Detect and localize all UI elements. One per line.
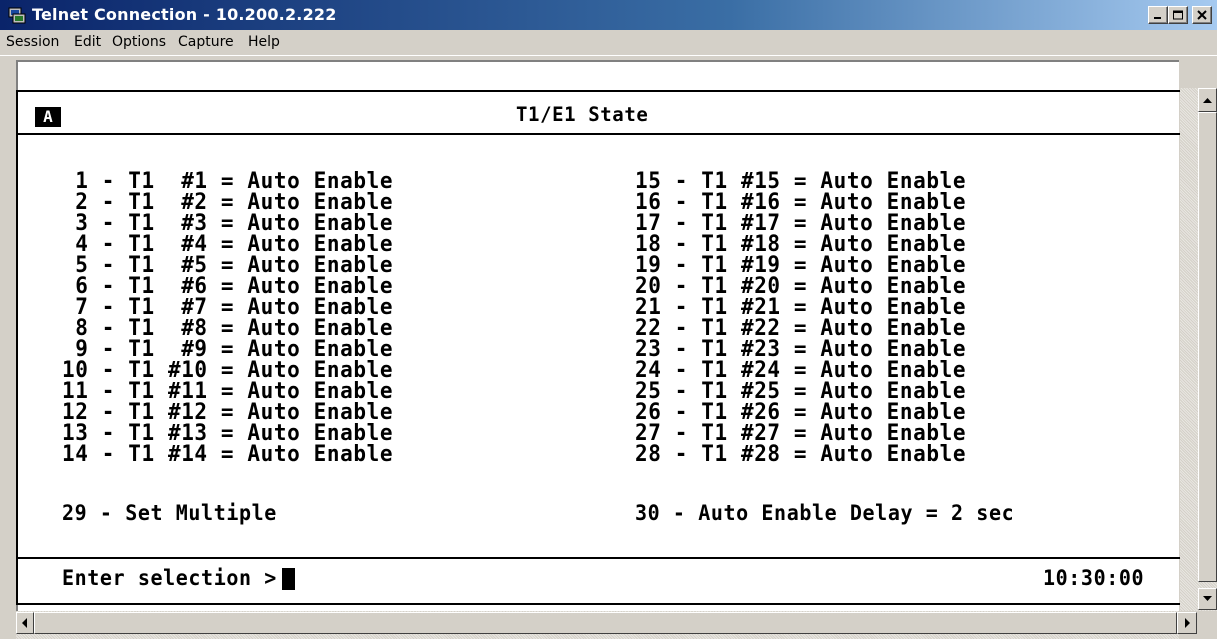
channel-line[interactable]: 10 - T1 #10 = Auto Enable <box>62 358 393 380</box>
channel-line[interactable]: 21 - T1 #21 = Auto Enable <box>635 295 966 317</box>
channel-line[interactable]: 15 - T1 #15 = Auto Enable <box>635 169 966 191</box>
telnet-app-icon[interactable] <box>8 6 26 24</box>
screen-title: T1/E1 State <box>516 102 649 127</box>
horizontal-scroll-thumb[interactable] <box>34 612 1177 634</box>
channel-line[interactable]: 4 - T1 #4 = Auto Enable <box>62 232 393 254</box>
channel-line[interactable]: 24 - T1 #24 = Auto Enable <box>635 358 966 380</box>
channel-line[interactable]: 2 - T1 #2 = Auto Enable <box>62 190 393 212</box>
channel-line[interactable]: 19 - T1 #19 = Auto Enable <box>635 253 966 275</box>
channel-line[interactable]: 27 - T1 #27 = Auto Enable <box>635 421 966 443</box>
close-icon <box>1197 10 1207 20</box>
selection-prompt: Enter selection > <box>62 564 277 591</box>
arrow-left-icon <box>22 618 27 628</box>
menu-options[interactable]: Options <box>112 34 166 50</box>
channel-line[interactable]: 22 - T1 #22 = Auto Enable <box>635 316 966 338</box>
scroll-right-button[interactable] <box>1177 612 1197 634</box>
channel-line[interactable]: 18 - T1 #18 = Auto Enable <box>635 232 966 254</box>
right-channel-list: 15 - T1 #15 = Auto Enable 16 - T1 #16 = A… <box>635 169 966 464</box>
channel-line[interactable]: 17 - T1 #17 = Auto Enable <box>635 211 966 233</box>
left-channel-list: 1 - T1 #1 = Auto Enable 2 - T1 #2 = Auto… <box>62 169 393 464</box>
session-badge: A <box>35 107 61 127</box>
option-set-multiple[interactable]: 29 - Set Multiple <box>62 502 277 523</box>
terminal-clock: 10:30:00 <box>1043 564 1145 591</box>
maximize-icon <box>1173 10 1183 20</box>
channel-line[interactable]: 9 - T1 #9 = Auto Enable <box>62 337 393 359</box>
arrow-down-icon <box>1203 596 1212 601</box>
channel-line[interactable]: 6 - T1 #6 = Auto Enable <box>62 274 393 296</box>
option-auto-enable-delay[interactable]: 30 - Auto Enable Delay = 2 sec <box>635 502 1014 523</box>
maximize-button[interactable] <box>1168 6 1188 24</box>
channel-line[interactable]: 23 - T1 #23 = Auto Enable <box>635 337 966 359</box>
minimize-button[interactable] <box>1148 6 1168 24</box>
header-divider <box>16 133 1196 135</box>
title-bar[interactable]: Telnet Connection - 10.200.2.222 <box>0 0 1217 30</box>
footer-divider <box>16 557 1196 559</box>
arrow-up-icon <box>1203 98 1212 103</box>
channel-line[interactable]: 3 - T1 #3 = Auto Enable <box>62 211 393 233</box>
channel-line[interactable]: 20 - T1 #20 = Auto Enable <box>635 274 966 296</box>
menu-capture[interactable]: Capture <box>178 34 234 50</box>
channel-line[interactable]: 26 - T1 #26 = Auto Enable <box>635 400 966 422</box>
text-cursor[interactable] <box>282 568 295 590</box>
menu-help[interactable]: Help <box>248 34 280 50</box>
scroll-down-button[interactable] <box>1198 588 1217 610</box>
close-button[interactable] <box>1192 6 1212 24</box>
channel-line[interactable]: 28 - T1 #28 = Auto Enable <box>635 442 966 464</box>
scroll-up-button[interactable] <box>1198 88 1217 112</box>
channel-line[interactable]: 14 - T1 #14 = Auto Enable <box>62 442 393 464</box>
channel-line[interactable]: 1 - T1 #1 = Auto Enable <box>62 169 393 191</box>
scroll-left-button[interactable] <box>16 612 34 634</box>
channel-line[interactable]: 13 - T1 #13 = Auto Enable <box>62 421 393 443</box>
channel-line[interactable]: 7 - T1 #7 = Auto Enable <box>62 295 393 317</box>
menu-session[interactable]: Session <box>6 34 59 50</box>
channel-line[interactable]: 12 - T1 #12 = Auto Enable <box>62 400 393 422</box>
channel-line[interactable]: 8 - T1 #8 = Auto Enable <box>62 316 393 338</box>
menu-bar: Session Edit Options Capture Help <box>0 30 1217 56</box>
minimize-icon <box>1154 17 1161 19</box>
channel-line[interactable]: 5 - T1 #5 = Auto Enable <box>62 253 393 275</box>
window-title: Telnet Connection - 10.200.2.222 <box>32 5 337 24</box>
arrow-right-icon <box>1185 618 1190 628</box>
vertical-scroll-thumb[interactable] <box>1198 112 1217 582</box>
channel-line[interactable]: 25 - T1 #25 = Auto Enable <box>635 379 966 401</box>
channel-line[interactable]: 16 - T1 #16 = Auto Enable <box>635 190 966 212</box>
menu-edit[interactable]: Edit <box>74 34 101 50</box>
channel-line[interactable]: 11 - T1 #11 = Auto Enable <box>62 379 393 401</box>
